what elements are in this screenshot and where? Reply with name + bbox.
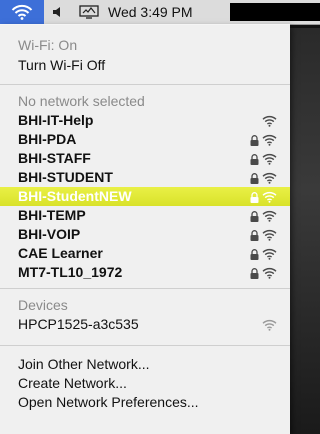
- lock-icon: [250, 134, 259, 146]
- network-item-icons: [250, 133, 277, 147]
- create-network-item[interactable]: Create Network...: [0, 374, 290, 393]
- network-item[interactable]: BHI-PDA: [0, 130, 290, 149]
- network-section-header: No network selected: [0, 92, 290, 111]
- network-item[interactable]: BHI-VOIP: [0, 225, 290, 244]
- lock-icon: [250, 229, 259, 241]
- network-item[interactable]: CAE Learner: [0, 244, 290, 263]
- lock-icon: [250, 172, 259, 184]
- network-item-icons: [250, 209, 277, 223]
- network-item-icons: [250, 228, 277, 242]
- wifi-dropdown-menu: Wi-Fi: On Turn Wi-Fi Off No network sele…: [0, 24, 290, 434]
- turn-wifi-off-item[interactable]: Turn Wi-Fi Off: [0, 56, 290, 75]
- network-item-icons: [250, 152, 277, 166]
- menu-bar-clock[interactable]: Wed 3:49 PM: [108, 4, 193, 20]
- device-item[interactable]: HPCP1525-a3c535: [0, 315, 290, 334]
- lock-icon: [250, 267, 259, 279]
- wifi-signal-icon: [262, 248, 277, 260]
- open-network-preferences-label: Open Network Preferences...: [18, 394, 199, 410]
- screen: Wed 3:49 PM Wi-Fi: On Turn Wi-Fi Off No …: [0, 0, 320, 434]
- join-other-network-item[interactable]: Join Other Network...: [0, 355, 290, 374]
- wifi-status-text: Wi-Fi: On: [18, 37, 78, 53]
- wifi-signal-icon: [262, 267, 277, 279]
- display-icon[interactable]: [76, 0, 102, 24]
- network-section-header-text: No network selected: [18, 93, 145, 109]
- network-item[interactable]: BHI-STUDENT: [0, 168, 290, 187]
- network-item[interactable]: BHI-IT-Help: [0, 111, 290, 130]
- lock-icon: [250, 153, 259, 165]
- wifi-signal-icon: [262, 191, 277, 203]
- device-item-icons: [262, 318, 277, 332]
- create-network-label: Create Network...: [18, 375, 127, 391]
- network-item-label: BHI-STAFF: [18, 150, 91, 166]
- network-item-label: BHI-PDA: [18, 131, 77, 147]
- network-item-label: BHI-STUDENT: [18, 169, 113, 185]
- network-item-icons: [250, 247, 277, 261]
- open-network-preferences-item[interactable]: Open Network Preferences...: [0, 393, 290, 412]
- network-item-label: MT7-TL10_1972: [18, 264, 123, 280]
- network-item-icons: [250, 190, 277, 204]
- wifi-signal-icon: [262, 229, 277, 241]
- turn-wifi-off-label: Turn Wi-Fi Off: [18, 57, 106, 73]
- network-item-icons: [250, 266, 277, 280]
- network-item[interactable]: BHI-StudentNEW: [0, 187, 290, 206]
- devices-section-header: Devices: [0, 296, 290, 315]
- lock-icon: [250, 210, 259, 222]
- network-item-label: CAE Learner: [18, 245, 103, 261]
- network-item[interactable]: MT7-TL10_1972: [0, 263, 290, 282]
- lock-icon: [250, 191, 259, 203]
- volume-icon[interactable]: [48, 0, 70, 24]
- network-item-label: BHI-StudentNEW: [18, 188, 132, 204]
- wifi-signal-icon: [262, 210, 277, 222]
- network-item-icons: [262, 114, 277, 128]
- wifi-signal-icon: [262, 319, 277, 331]
- join-other-network-label: Join Other Network...: [18, 356, 150, 372]
- wifi-signal-icon: [262, 153, 277, 165]
- menu-bar: Wed 3:49 PM: [0, 0, 320, 25]
- network-item[interactable]: BHI-STAFF: [0, 149, 290, 168]
- wifi-menu-extra[interactable]: [0, 0, 44, 24]
- wifi-icon: [11, 4, 33, 20]
- network-item-label: BHI-TEMP: [18, 207, 86, 223]
- menu-separator: [0, 84, 290, 85]
- menu-separator: [0, 288, 290, 289]
- menu-bar-spotlight-area: [230, 3, 320, 21]
- network-item-label: BHI-VOIP: [18, 226, 81, 242]
- network-item-icons: [250, 171, 277, 185]
- wifi-signal-icon: [262, 115, 277, 127]
- network-item-label: BHI-IT-Help: [18, 112, 94, 128]
- network-item[interactable]: BHI-TEMP: [0, 206, 290, 225]
- wifi-status-label: Wi-Fi: On: [0, 36, 290, 55]
- device-item-label: HPCP1525-a3c535: [18, 316, 139, 332]
- wifi-signal-icon: [262, 172, 277, 184]
- lock-icon: [250, 248, 259, 260]
- menu-separator: [0, 345, 290, 346]
- devices-section-header-text: Devices: [18, 297, 68, 313]
- desktop-background: [290, 28, 320, 434]
- wifi-signal-icon: [262, 134, 277, 146]
